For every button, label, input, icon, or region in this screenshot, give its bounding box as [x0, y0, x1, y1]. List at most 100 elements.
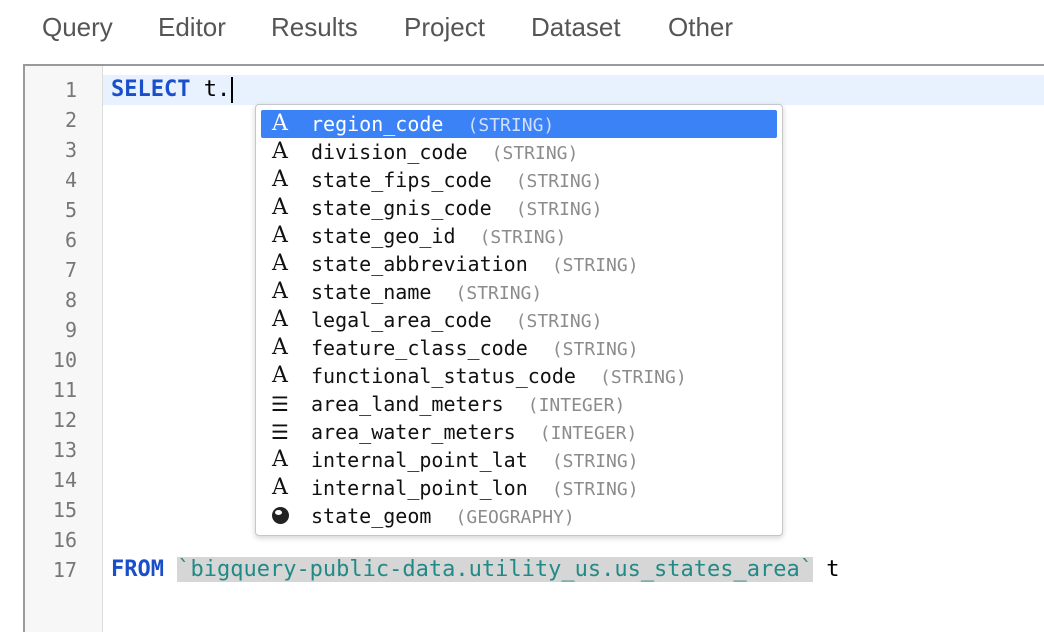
autocomplete-item-label: area_land_meters (INTEGER) [311, 390, 625, 420]
column-name: functional_status_code [311, 364, 576, 388]
column-type: (STRING) [551, 339, 639, 360]
integer-icon: ☰ [271, 420, 289, 444]
select-keyword: SELECT [111, 77, 191, 102]
menu-dataset[interactable]: Dataset [531, 12, 621, 43]
geography-icon [268, 502, 292, 530]
line-number: 14 [52, 468, 77, 492]
line-number-gutter: 1 2 3 4 5 6 7 8 9 10 11 12 13 14 15 16 17 [25, 66, 103, 632]
autocomplete-dropdown[interactable]: Aregion_code (STRING) Adivision_code (STR… [255, 104, 783, 536]
line-number: 7 [64, 258, 77, 282]
autocomplete-item[interactable]: Ainternal_point_lon (STRING) [261, 474, 777, 502]
autocomplete-item-label: state_geo_id (STRING) [311, 222, 566, 252]
string-icon: A [272, 167, 288, 192]
from-keyword: FROM [111, 557, 164, 582]
column-name: state_geom [311, 504, 432, 528]
autocomplete-item[interactable]: Afeature_class_code (STRING) [261, 334, 777, 362]
string-icon: A [272, 195, 288, 220]
string-icon: A [272, 251, 288, 276]
autocomplete-item-label: region_code (STRING) [311, 110, 554, 140]
autocomplete-item-label: functional_status_code (STRING) [311, 362, 687, 392]
line-number: 5 [64, 198, 77, 222]
autocomplete-item[interactable]: Adivision_code (STRING) [261, 138, 777, 166]
string-icon: A [272, 335, 288, 360]
column-type: (INTEGER) [527, 395, 626, 416]
autocomplete-item-label: feature_class_code (STRING) [311, 334, 639, 364]
line-number: 6 [64, 228, 77, 252]
line-number: 4 [64, 168, 77, 192]
autocomplete-item[interactable]: Astate_name (STRING) [261, 278, 777, 306]
column-type: (STRING) [515, 311, 603, 332]
line-number: 15 [52, 498, 77, 522]
column-type: (STRING) [551, 451, 639, 472]
autocomplete-item[interactable]: Astate_fips_code (STRING) [261, 166, 777, 194]
column-type: (STRING) [479, 227, 567, 248]
column-type: (INTEGER) [539, 423, 638, 444]
column-name: internal_point_lat [311, 448, 528, 472]
string-icon: A [272, 363, 288, 388]
column-type: (GEOGRAPHY) [455, 507, 575, 528]
autocomplete-item-label: internal_point_lon (STRING) [311, 474, 639, 504]
column-name: division_code [311, 140, 468, 164]
column-type: (STRING) [491, 143, 579, 164]
column-name: state_gnis_code [311, 196, 492, 220]
line-number: 10 [52, 348, 77, 372]
column-name: legal_area_code [311, 308, 492, 332]
line-number: 12 [52, 408, 77, 432]
column-type: (STRING) [467, 115, 555, 136]
integer-icon: ☰ [271, 392, 289, 416]
column-type: (STRING) [600, 367, 687, 388]
menu-query[interactable]: Query [42, 12, 113, 43]
autocomplete-item[interactable]: ☰ area_land_meters (INTEGER) [261, 390, 777, 418]
autocomplete-item[interactable]: Alegal_area_code (STRING) [261, 306, 777, 334]
menu-bar: Query Editor Results Project Dataset Oth… [0, 0, 1044, 58]
autocomplete-item-label: state_gnis_code (STRING) [311, 194, 602, 224]
autocomplete-item-label: division_code (STRING) [311, 138, 578, 168]
autocomplete-item-label: state_abbreviation (STRING) [311, 250, 639, 280]
line-number: 8 [64, 288, 77, 312]
string-icon: A [272, 307, 288, 332]
line-number: 16 [52, 528, 77, 552]
menu-project[interactable]: Project [404, 12, 485, 43]
menu-editor[interactable]: Editor [158, 12, 226, 43]
autocomplete-item[interactable]: state_geom (GEOGRAPHY) [261, 502, 777, 530]
table-reference: `bigquery-public-data.utility_us.us_stat… [177, 557, 813, 582]
autocomplete-item-label: internal_point_lat (STRING) [311, 446, 639, 476]
autocomplete-item[interactable]: Aregion_code (STRING) [261, 110, 777, 138]
code-line-17[interactable]: FROM `bigquery-public-data.utility_us.us… [111, 555, 840, 585]
code-line-1[interactable]: SELECT t. [111, 75, 234, 105]
text-cursor [231, 77, 234, 103]
line-number: 1 [64, 78, 77, 102]
string-icon: A [272, 111, 288, 136]
string-icon: A [272, 279, 288, 304]
autocomplete-item[interactable]: Astate_geo_id (STRING) [261, 222, 777, 250]
line-number: 11 [52, 378, 77, 402]
string-icon: A [272, 475, 288, 500]
column-name: region_code [311, 112, 444, 136]
table-alias: t [813, 557, 840, 582]
column-name: state_geo_id [311, 224, 456, 248]
line-number: 17 [52, 558, 77, 582]
column-name: area_water_meters [311, 420, 516, 444]
menu-results[interactable]: Results [271, 12, 358, 43]
autocomplete-item-label: state_name (STRING) [311, 278, 542, 308]
line-number: 3 [64, 138, 77, 162]
autocomplete-item[interactable]: Afunctional_status_code (STRING) [261, 362, 777, 390]
autocomplete-item-label: state_fips_code (STRING) [311, 166, 602, 196]
line-number: 2 [64, 108, 77, 132]
column-name: feature_class_code [311, 336, 528, 360]
column-name: state_name [311, 280, 432, 304]
autocomplete-item-label: state_geom (GEOGRAPHY) [311, 502, 575, 532]
menu-other[interactable]: Other [668, 12, 733, 43]
autocomplete-item[interactable]: ☰ area_water_meters (INTEGER) [261, 418, 777, 446]
autocomplete-item[interactable]: Astate_abbreviation (STRING) [261, 250, 777, 278]
autocomplete-item-label: legal_area_code (STRING) [311, 306, 602, 336]
line-number: 13 [52, 438, 77, 462]
autocomplete-item-label: area_water_meters (INTEGER) [311, 418, 637, 448]
string-icon: A [272, 223, 288, 248]
autocomplete-item[interactable]: Astate_gnis_code (STRING) [261, 194, 777, 222]
column-type: (STRING) [515, 199, 603, 220]
autocomplete-item[interactable]: Ainternal_point_lat (STRING) [261, 446, 777, 474]
string-icon: A [272, 447, 288, 472]
column-type: (STRING) [551, 479, 639, 500]
column-type: (STRING) [455, 283, 543, 304]
